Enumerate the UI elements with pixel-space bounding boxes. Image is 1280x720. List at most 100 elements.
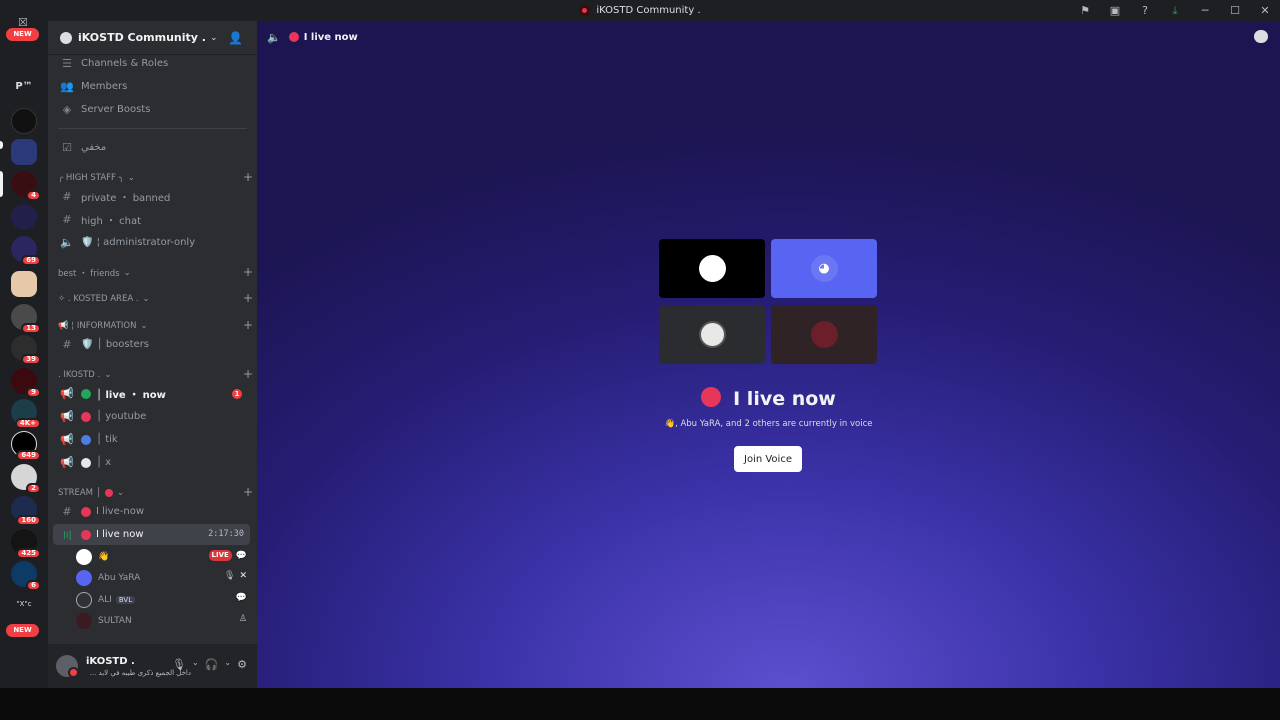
- window-title: iKOSTD Community .: [579, 5, 701, 16]
- voice-user-sultan[interactable]: SULTAN ♙: [76, 610, 251, 631]
- category-information[interactable]: 📢 ¦ INFORMATION ⌄ +: [58, 319, 253, 333]
- channel-youtube[interactable]: 📢 │ youtube: [53, 406, 250, 427]
- category-ikostd[interactable]: . IKOSTD . ⌄ +: [58, 368, 253, 382]
- add-channel-icon[interactable]: +: [243, 292, 253, 304]
- channel-sidebar: iKOSTD Community . ⌄ 👤 ☰ Channels & Roles…: [48, 21, 257, 688]
- channel-live-now-text[interactable]: # I live-now: [53, 501, 250, 522]
- chevron-down-icon: ⌄: [127, 173, 135, 183]
- members-icon: 👥: [60, 80, 74, 93]
- channel-label: │ x: [96, 457, 112, 468]
- menu-label: Server Boosts: [81, 104, 151, 115]
- avatar: [76, 548, 92, 565]
- voice-user-ali[interactable]: ALI BVL 💬: [76, 589, 251, 610]
- add-channel-icon[interactable]: +: [243, 486, 253, 498]
- category-label: ✧ . KOSTED AREA .: [58, 294, 139, 304]
- server-icon-6[interactable]: 6: [11, 561, 41, 591]
- mention-badge: 1: [232, 389, 242, 399]
- speaker-icon: 📢: [60, 387, 74, 400]
- title-bar: iKOSTD Community . ⚑ ▣ ? ⤓ ─ ☐ ✕: [0, 0, 1280, 21]
- category-label: best ・ friends: [58, 269, 120, 279]
- server-icon-crest[interactable]: [11, 139, 37, 165]
- chevron-down-icon[interactable]: ⌄: [224, 658, 231, 671]
- chevron-down-icon: ⌄: [123, 268, 131, 278]
- server-icon-69[interactable]: 69: [11, 236, 41, 266]
- channel-high-chat[interactable]: # high ・ chat: [53, 209, 250, 230]
- hashtag-icon: #: [62, 213, 72, 226]
- screen-share-icon[interactable]: ▣: [1100, 0, 1130, 21]
- channel-live-now-voice[interactable]: 📢 │ live ・ now 1: [53, 383, 250, 404]
- channel-hidden[interactable]: ☑ مخفي: [53, 137, 250, 158]
- help-icon[interactable]: ?: [1130, 0, 1160, 21]
- channel-label: I live-now: [96, 506, 144, 517]
- server-icon-2[interactable]: 2: [11, 464, 41, 494]
- stage-title-text: I live now: [733, 388, 836, 410]
- category-best-friends[interactable]: best ・ friends ⌄ +: [58, 266, 253, 280]
- download-icon[interactable]: ⤓: [1160, 0, 1190, 21]
- channel-label: private ・ banned: [81, 193, 171, 204]
- window-title-text: iKOSTD Community .: [596, 5, 701, 16]
- close-button[interactable]: ✕: [1250, 0, 1280, 21]
- discord-avatar-icon: ◕: [810, 255, 838, 282]
- server-icon-4k[interactable]: 4K+: [11, 399, 41, 429]
- server-icon-triangle[interactable]: [11, 204, 37, 230]
- chevron-down-icon[interactable]: ⌄: [192, 658, 199, 671]
- channel-tik[interactable]: 📢 │ tik: [53, 429, 250, 450]
- join-voice-button[interactable]: Join Voice: [734, 446, 802, 472]
- voice-user-wave[interactable]: 👋 LIVE 💬: [76, 546, 251, 567]
- participant-tile[interactable]: ◕: [771, 239, 877, 298]
- channel-live-now-stage[interactable]: 〣 I live now 2:17:30: [53, 524, 250, 545]
- chat-icon[interactable]: [1254, 30, 1268, 43]
- add-channel-icon[interactable]: +: [243, 266, 253, 278]
- channel-administrator-only[interactable]: 🔈 🛡️ ¦ administrator-only: [53, 232, 250, 253]
- stage-view: 🔈 I live now ◕ I live now 👋, Abu YaRA, a…: [257, 21, 1280, 688]
- server-icon-425[interactable]: 425: [11, 529, 41, 559]
- deafened-icon: ✕: [239, 571, 247, 581]
- flag-icon[interactable]: ⚑: [1070, 0, 1100, 21]
- channel-label: I live now: [96, 529, 144, 540]
- channel-x[interactable]: 📢 │ x: [53, 452, 250, 473]
- avatar: [76, 569, 92, 586]
- participant-tile[interactable]: [771, 305, 877, 364]
- gear-icon[interactable]: ⚙: [237, 658, 247, 671]
- microphone-icon[interactable]: 🎙: [172, 658, 186, 671]
- participant-tile[interactable]: [659, 305, 765, 364]
- checkbox-icon: ☑: [62, 141, 72, 154]
- channel-private-banned[interactable]: # private ・ banned: [53, 186, 250, 207]
- server-icon-p[interactable]: P™: [11, 74, 37, 100]
- add-channel-icon[interactable]: +: [243, 171, 253, 183]
- menu-members[interactable]: 👥 Members: [53, 76, 250, 97]
- user-avatar[interactable]: [56, 655, 79, 678]
- add-channel-icon[interactable]: +: [243, 368, 253, 380]
- avatar: [698, 255, 726, 282]
- chevron-down-icon: ⌄: [209, 32, 218, 43]
- menu-channels-roles[interactable]: ☰ Channels & Roles: [53, 53, 250, 74]
- category-kosted-area[interactable]: ✧ . KOSTED AREA . ⌄ +: [58, 292, 253, 306]
- channel-label: 🛡️ │ boosters: [81, 339, 150, 350]
- server-icon-9[interactable]: 9: [11, 368, 41, 398]
- participant-tile[interactable]: [659, 239, 765, 298]
- category-stream[interactable]: STREAM │ ⌄ +: [58, 486, 253, 500]
- invite-people-icon[interactable]: 👤: [228, 31, 243, 45]
- server-icon-39[interactable]: 39: [11, 335, 41, 365]
- menu-label: Channels & Roles: [81, 58, 169, 69]
- add-channel-icon[interactable]: +: [243, 319, 253, 331]
- menu-server-boosts[interactable]: ◈ Server Boosts: [53, 99, 250, 120]
- server-icon-r[interactable]: [11, 108, 37, 134]
- category-label: STREAM │: [58, 488, 101, 498]
- headphones-icon[interactable]: 🎧: [205, 658, 219, 671]
- category-high-staff[interactable]: ╭ HIGH STAFF ╮ ⌄ +: [58, 171, 253, 185]
- channel-boosters[interactable]: # 🛡️ │ boosters: [53, 334, 250, 355]
- user-panel: iKOSTD . داخل الجميع ذكرى طيبه في لابد .…: [48, 644, 257, 688]
- voice-user-abu-yara[interactable]: Abu YaRA 🎙 ✕: [76, 567, 251, 588]
- voice-user-status: LIVE 💬: [208, 550, 247, 561]
- server-icon-160[interactable]: 160: [11, 496, 41, 526]
- server-header[interactable]: iKOSTD Community . ⌄ 👤: [48, 21, 257, 55]
- maximize-button[interactable]: ☐: [1220, 0, 1250, 21]
- server-icon-xc[interactable]: "X"c: [11, 591, 37, 617]
- server-icon-13[interactable]: 13: [11, 304, 41, 334]
- server-icon-eagle[interactable]: [11, 271, 37, 297]
- server-icon-vexo[interactable]: 649: [11, 431, 41, 461]
- minimize-button[interactable]: ─: [1190, 0, 1220, 21]
- server-icon-ikostd[interactable]: 4: [11, 171, 41, 201]
- stage-subtitle: 👋, Abu YaRA, and 2 others are currently …: [664, 419, 873, 429]
